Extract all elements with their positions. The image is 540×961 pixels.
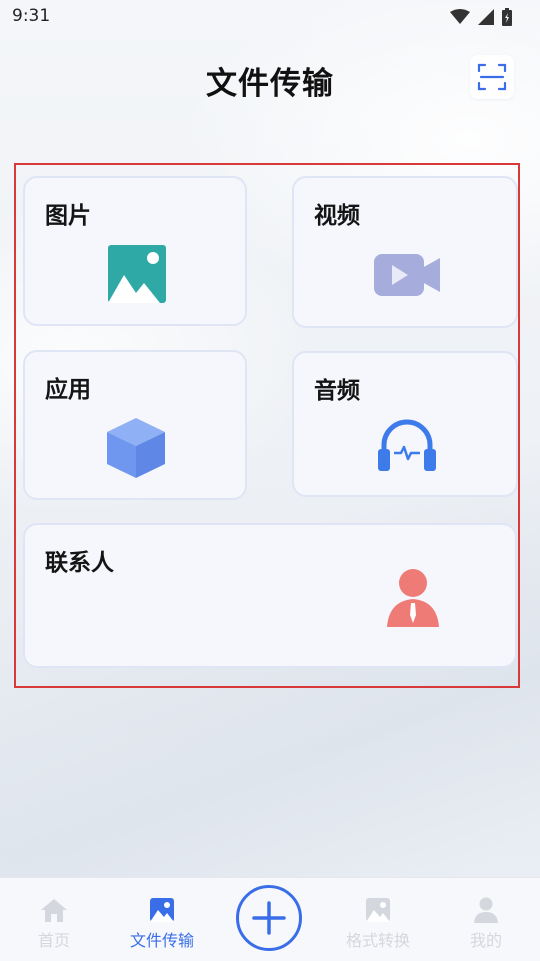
card-video-label: 视频 xyxy=(314,203,360,229)
contact-person-icon xyxy=(387,569,439,627)
status-time: 9:31 xyxy=(12,6,51,26)
plus-icon xyxy=(252,901,286,935)
status-icons xyxy=(450,7,512,27)
card-contacts[interactable]: 联系人 xyxy=(23,523,517,668)
card-audio[interactable]: 音频 xyxy=(292,351,518,497)
wifi-icon xyxy=(450,9,470,24)
card-video[interactable]: 视频 xyxy=(292,176,518,328)
tab-format-convert-label: 格式转换 xyxy=(345,931,410,950)
status-bar: 9:31 xyxy=(0,0,540,34)
card-audio-label: 音频 xyxy=(314,378,360,404)
page-title: 文件传输 xyxy=(206,66,334,102)
person-icon xyxy=(474,897,498,923)
tab-mine[interactable]: 我的 xyxy=(436,878,536,961)
image-icon xyxy=(108,245,166,303)
card-images-label: 图片 xyxy=(45,203,91,229)
card-contacts-label: 联系人 xyxy=(45,550,114,576)
tab-mine-label: 我的 xyxy=(469,931,502,950)
add-button[interactable] xyxy=(236,885,302,951)
tab-format-convert[interactable]: 格式转换 xyxy=(328,878,428,961)
headphones-icon xyxy=(378,419,436,471)
home-icon xyxy=(41,899,67,922)
scan-button[interactable] xyxy=(470,55,514,99)
cube-icon xyxy=(107,418,165,478)
tab-home-label: 首页 xyxy=(37,931,70,950)
battery-icon xyxy=(502,8,512,26)
image-icon xyxy=(150,898,174,922)
scan-icon xyxy=(477,63,507,91)
video-camera-icon xyxy=(374,254,440,296)
signal-icon xyxy=(478,9,494,25)
image-icon xyxy=(366,898,390,922)
tab-home[interactable]: 首页 xyxy=(4,878,104,961)
card-apps[interactable]: 应用 xyxy=(23,350,247,500)
card-images[interactable]: 图片 xyxy=(23,176,247,326)
card-apps-label: 应用 xyxy=(45,377,91,403)
tab-file-transfer-label: 文件传输 xyxy=(129,931,194,950)
tab-file-transfer[interactable]: 文件传输 xyxy=(112,878,212,961)
